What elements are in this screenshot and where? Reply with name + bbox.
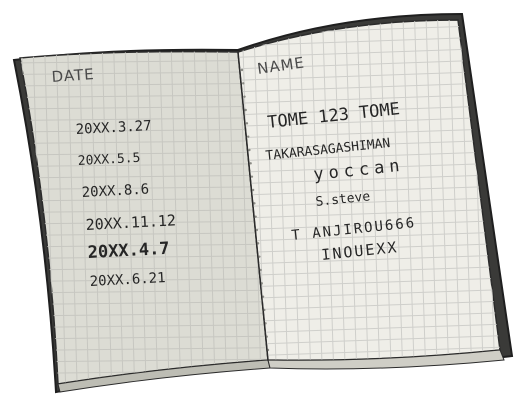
binding-hole	[253, 202, 256, 205]
notebook-illustration: DATE 20XX.3.27 20XX.5.5 20XX.8.6 20XX.11…	[0, 0, 528, 416]
grid-line	[230, 370, 520, 380]
binding-hole	[242, 82, 245, 85]
binding-hole	[250, 175, 254, 178]
date-entry: 20XX.4.7	[87, 239, 170, 263]
grid-line	[20, 51, 21, 384]
binding-hole	[246, 135, 250, 138]
binding-hole	[251, 188, 255, 192]
date-header: DATE	[51, 65, 95, 86]
binding-hole	[248, 148, 251, 152]
grid-line	[518, 0, 528, 380]
binding-hole	[240, 68, 244, 72]
grid-line	[230, 2, 520, 12]
binding-hole	[245, 122, 249, 125]
binding-hole	[243, 95, 246, 98]
binding-hole	[254, 215, 257, 218]
grid-line	[10, 394, 290, 397]
binding-hole	[249, 162, 252, 165]
grid-line	[10, 37, 290, 40]
grid-line	[20, 381, 268, 384]
binding-hole	[244, 108, 247, 112]
notebook-svg: DATE 20XX.3.27 20XX.5.5 20XX.8.6 20XX.11…	[10, 0, 528, 397]
